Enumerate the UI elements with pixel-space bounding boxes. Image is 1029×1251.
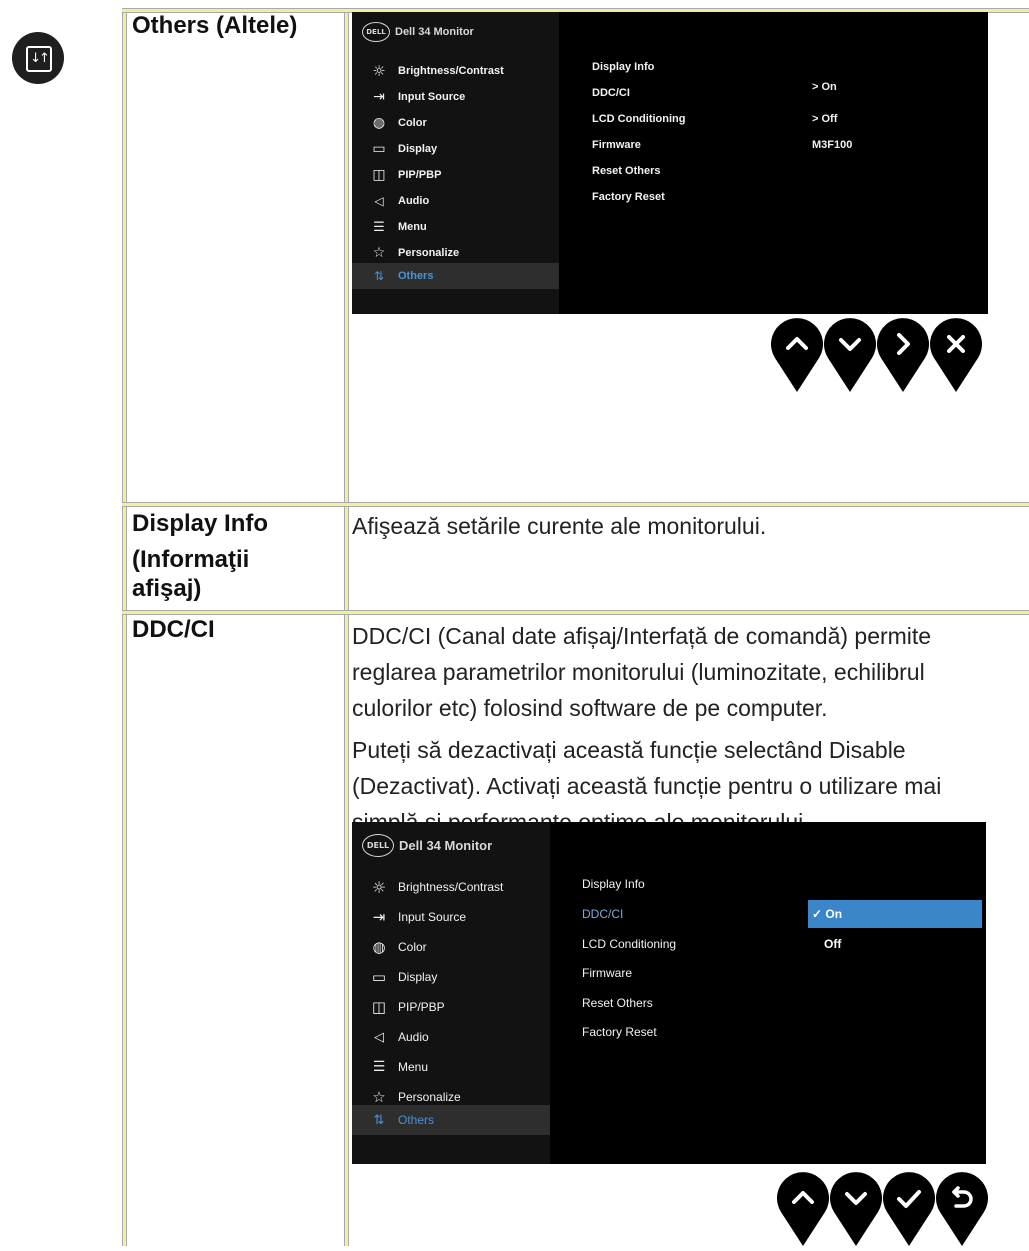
personalize-icon: ☆	[372, 245, 386, 261]
close-button[interactable]	[930, 318, 982, 392]
osd-menu-others[interactable]: ⇅ Others	[352, 1105, 550, 1135]
osd-header: DELL Dell 34 Monitor	[362, 834, 492, 857]
osd-menu-menu[interactable]: ☰ Menu	[352, 214, 559, 240]
pip-pbp-icon: ◫	[371, 998, 387, 1016]
up-button[interactable]	[777, 1172, 829, 1246]
osd-header: DELL Dell 34 Monitor	[362, 22, 474, 42]
menu-icon: ☰	[372, 1059, 386, 1075]
back-button[interactable]	[936, 1172, 988, 1246]
row-head-ddc-ci: DDC/CI	[132, 616, 215, 643]
osd-menu-audio[interactable]: ◁ Audio	[352, 1022, 550, 1052]
dell-logo-icon: DELL	[362, 834, 394, 857]
section-title: Others (Altele)	[132, 12, 298, 39]
osd-value-ddc-ci: > On	[812, 81, 837, 93]
personalize-icon: ☆	[372, 1088, 386, 1106]
row-head-display-info: Display Info (Informaţii afişaj)	[132, 510, 269, 602]
osd-menu-pip-pbp[interactable]: ◫ PIP/PBP	[352, 162, 559, 188]
osd-option-on[interactable]: ✓ On	[808, 900, 982, 928]
osd-menu-brightness[interactable]: ☼ Brightness/Contrast	[352, 58, 559, 84]
osd-item-lcd-conditioning[interactable]: LCD Conditioning	[592, 113, 685, 125]
osd-menu-color[interactable]: ◍ Color	[352, 110, 559, 136]
osd-menu-color[interactable]: ◍ Color	[352, 932, 550, 962]
osd-ddc-ci-menu: DELL Dell 34 Monitor ☼ Brightness/Contras…	[352, 822, 986, 1164]
dell-logo-icon: DELL	[362, 22, 390, 42]
row-desc-ddc-ci: DDC/CI (Canal date afișaj/Interfață de c…	[352, 623, 942, 835]
osd-item-reset-others[interactable]: Reset Others	[592, 165, 660, 177]
osd-item-firmware[interactable]: Firmware	[592, 139, 641, 151]
audio-icon: ◁	[374, 194, 384, 208]
osd-menu-audio[interactable]: ◁ Audio	[352, 188, 559, 214]
down-button[interactable]	[824, 318, 876, 392]
row-desc-display-info: Afişează setările curente ale monitorulu…	[352, 513, 767, 539]
osd-item-display-info[interactable]: Display Info	[582, 877, 645, 891]
table-border-mid	[344, 10, 349, 1246]
audio-icon: ◁	[374, 1029, 384, 1045]
input-source-icon: ⇥	[373, 89, 385, 105]
color-icon: ◍	[372, 115, 386, 131]
osd-model-name: Dell 34 Monitor	[395, 26, 474, 38]
osd-menu-others[interactable]: ⇅ Others	[352, 263, 559, 289]
osd-menu-menu[interactable]: ☰ Menu	[352, 1052, 550, 1082]
menu-icon: ☰	[373, 219, 385, 235]
right-button[interactable]	[877, 318, 929, 392]
input-source-icon: ⇥	[372, 908, 386, 926]
others-icon	[12, 32, 64, 84]
osd-menu-input-source[interactable]: ⇥ Input Source	[352, 902, 550, 932]
osd-others-menu: DELL Dell 34 Monitor ☼ Brightness/Contras…	[352, 12, 988, 314]
osd-item-ddc-ci[interactable]: DDC/CI	[582, 907, 623, 921]
osd-model-name: Dell 34 Monitor	[399, 838, 493, 853]
osd-menu-input-source[interactable]: ⇥ Input Source	[352, 84, 559, 110]
brightness-icon: ☼	[371, 877, 387, 897]
osd-item-firmware[interactable]: Firmware	[582, 966, 632, 980]
osd-menu-display[interactable]: ▭ Display	[352, 136, 559, 162]
down-button[interactable]	[830, 1172, 882, 1246]
table-border-row2	[122, 610, 1029, 615]
osd-value-firmware: M3F100	[812, 139, 853, 151]
display-icon: ▭	[372, 141, 386, 157]
display-icon: ▭	[371, 968, 387, 986]
up-button[interactable]	[771, 318, 823, 392]
osd-item-factory-reset[interactable]: Factory Reset	[582, 1025, 657, 1039]
brightness-icon: ☼	[372, 62, 386, 80]
table-border-left	[122, 10, 127, 1246]
osd-item-lcd-conditioning[interactable]: LCD Conditioning	[582, 937, 676, 951]
osd-value-lcd-conditioning: > Off	[812, 113, 838, 125]
osd-item-reset-others[interactable]: Reset Others	[582, 996, 653, 1010]
osd-menu-brightness[interactable]: ☼ Brightness/Contrast	[352, 872, 550, 902]
others-icon: ⇅	[373, 1112, 385, 1128]
osd-item-factory-reset[interactable]: Factory Reset	[592, 191, 665, 203]
osd-menu-pip-pbp[interactable]: ◫ PIP/PBP	[352, 992, 550, 1022]
osd-item-display-info[interactable]: Display Info	[592, 61, 654, 73]
osd-menu-display[interactable]: ▭ Display	[352, 962, 550, 992]
osd-item-ddc-ci[interactable]: DDC/CI	[592, 87, 630, 99]
others-icon: ⇅	[373, 269, 385, 283]
color-icon: ◍	[372, 938, 386, 956]
pip-pbp-icon: ◫	[372, 167, 386, 183]
osd-option-off[interactable]: Off	[824, 937, 841, 951]
check-button[interactable]	[883, 1172, 935, 1246]
